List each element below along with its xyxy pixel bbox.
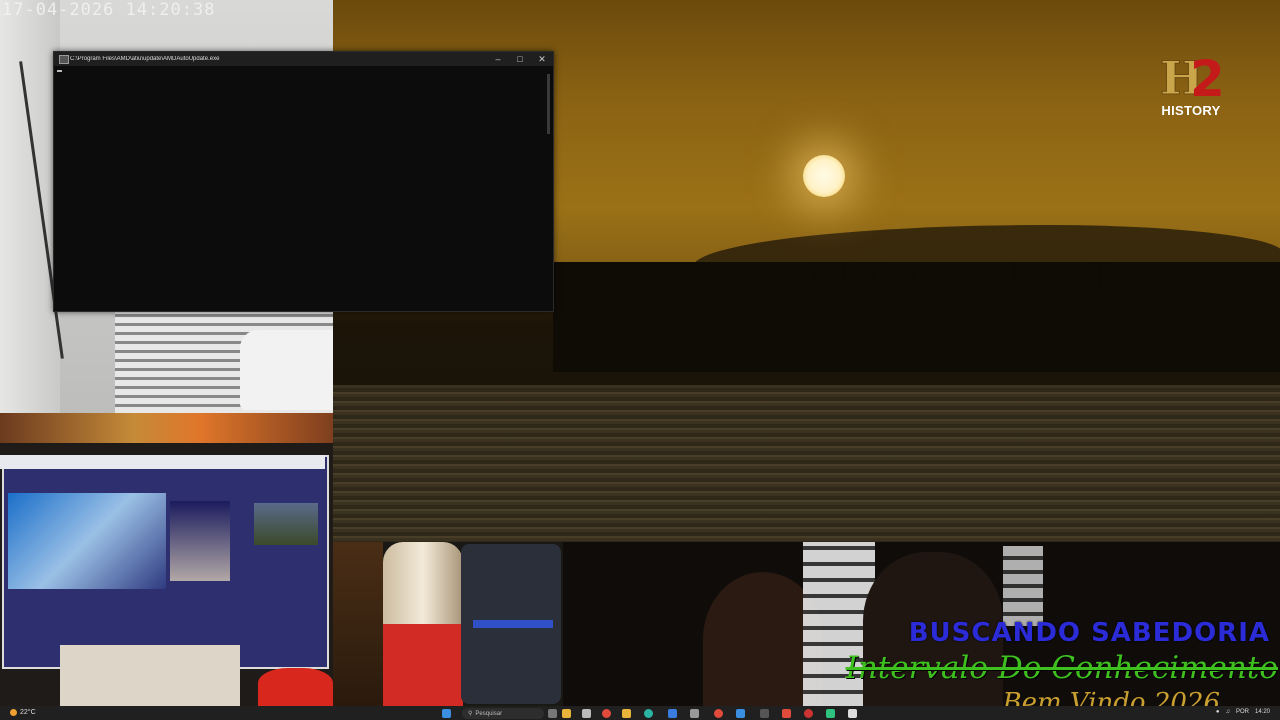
terminal-cursor <box>57 70 62 72</box>
overlay-title: BUSCANDO SABEDORIA <box>908 618 1270 648</box>
taskbar <box>0 706 1280 720</box>
terminal-icon <box>59 55 69 64</box>
palm-tree-silhouette <box>553 262 1280 372</box>
spotify-icon[interactable] <box>826 709 835 718</box>
desk-paper <box>60 645 240 706</box>
terminal-scrollbar[interactable] <box>547 74 550 134</box>
chrome-icon[interactable] <box>602 709 611 718</box>
minimize-button[interactable]: – <box>487 52 509 66</box>
app-icon[interactable] <box>582 709 591 718</box>
stream-video-thumbnail <box>8 493 166 589</box>
settings-icon[interactable] <box>690 709 699 718</box>
search-placeholder: Pesquisar <box>475 710 503 717</box>
channel-name: HISTORY <box>1161 103 1221 118</box>
store-icon[interactable] <box>668 709 677 718</box>
close-button[interactable]: ✕ <box>531 52 553 66</box>
wood-shelf <box>333 542 383 706</box>
task-view-icon[interactable] <box>548 709 557 718</box>
stream-video-thumbnail-2 <box>170 501 230 581</box>
search-icon: ⚲ <box>468 711 473 717</box>
explorer-icon[interactable] <box>562 709 571 718</box>
desk-objects-feed <box>333 542 563 706</box>
weather-icon <box>10 709 17 716</box>
colorful-shelf <box>0 413 333 443</box>
taskbar-search[interactable]: ⚲ Pesquisar <box>462 708 544 719</box>
phone-screen-bar <box>473 620 553 628</box>
record-icon[interactable] <box>782 709 791 718</box>
weather-temp: 22°C <box>20 709 36 716</box>
stream-video-thumbnail-3 <box>254 503 318 545</box>
terminal-window[interactable]: C:\Program Files\AMD\atiu\update\AMDAuto… <box>53 51 554 312</box>
terminal-title: C:\Program Files\AMD\atiu\update\AMDAuto… <box>70 56 220 62</box>
system-tray[interactable]: ● ♫ POR 14:20 <box>1216 709 1270 715</box>
sun <box>803 155 845 197</box>
monitor-camera-feed <box>0 413 333 706</box>
tray-clock[interactable]: 14:20 <box>1255 709 1270 715</box>
terminal-taskbar-icon[interactable] <box>848 709 857 718</box>
folder-icon[interactable] <box>622 709 631 718</box>
weather-widget[interactable]: 22°C <box>10 709 36 716</box>
svg-text:2: 2 <box>1190 50 1225 108</box>
overlay-subtitle: Intervalo Do Conhecimento <box>845 650 1278 686</box>
notes-icon[interactable] <box>760 709 769 718</box>
camera-car <box>240 330 333 410</box>
volume-icon[interactable]: ♫ <box>1225 709 1230 715</box>
river-water <box>333 385 1280 542</box>
obs-icon[interactable] <box>804 709 813 718</box>
maximize-button[interactable]: □ <box>509 52 531 66</box>
tray-language[interactable]: POR <box>1236 709 1249 715</box>
camera-timestamp: 17-04-2026 14:20:38 <box>2 0 216 20</box>
edge-icon[interactable] <box>644 709 653 718</box>
window-grille-2 <box>1003 546 1043 626</box>
terminal-title-bar[interactable]: C:\Program Files\AMD\atiu\update\AMDAuto… <box>54 52 553 66</box>
red-label <box>383 624 463 706</box>
chrome-icon-2[interactable] <box>714 709 723 718</box>
media-icon[interactable] <box>736 709 745 718</box>
wifi-icon[interactable]: ● <box>1216 709 1220 715</box>
start-icon[interactable] <box>442 709 451 718</box>
camera-wall <box>0 0 60 413</box>
red-object <box>258 668 333 706</box>
browser-tab-bar <box>0 455 325 469</box>
